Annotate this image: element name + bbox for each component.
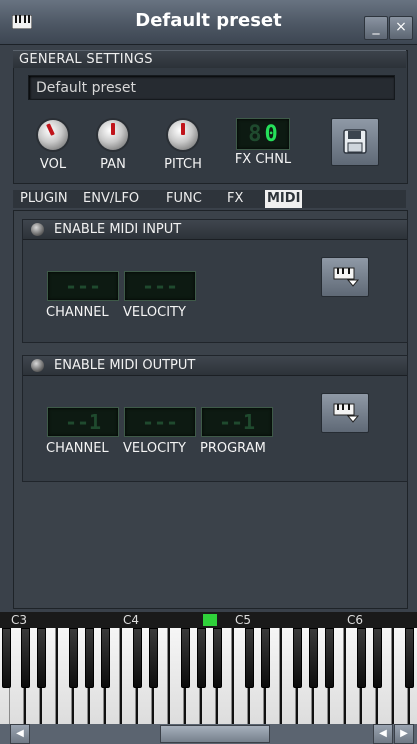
pitch-knob[interactable] [168,120,198,150]
base-note-marker[interactable] [203,614,217,626]
volume-knob[interactable] [38,120,68,150]
tab-midi[interactable]: MIDI [265,190,303,208]
tab-func[interactable]: FUNC [166,190,202,208]
black-key[interactable] [133,628,142,688]
pan-knob[interactable] [98,120,128,150]
black-key[interactable] [357,628,366,688]
midi-output-velocity-digits: --- [141,410,179,434]
volume-label: VOL [39,157,67,172]
octave-label: C4 [123,613,140,627]
tab-env-lfo[interactable]: ENV/LFO [83,190,139,208]
midi-input-keyboard-button[interactable] [321,257,369,297]
tab-fx[interactable]: FX [227,190,243,208]
midi-input-title: ENABLE MIDI INPUT [54,222,182,237]
instrument-window: Default preset _ × GENERAL SETTINGS Defa… [0,0,417,744]
octave-label: C6 [347,613,364,627]
black-key[interactable] [149,628,158,688]
fx-channel-label: FX CHNL [234,152,292,167]
tab-plugin[interactable]: PLUGIN [20,190,68,208]
general-settings-header: GENERAL SETTINGS [13,50,406,68]
scroll-thumb[interactable] [160,725,270,743]
scroll-left-button-2[interactable]: ◀ [373,724,393,744]
midi-output-channel-label: CHANNEL [46,441,109,456]
midi-output-title: ENABLE MIDI OUTPUT [54,358,196,373]
save-preset-button[interactable] [331,118,379,166]
midi-output-channel-display[interactable]: --1 [47,407,119,437]
midi-input-velocity-label: VELOCITY [123,305,186,320]
midi-input-channel-label: CHANNEL [46,305,109,320]
midi-input-led[interactable] [31,223,44,236]
midi-output-led[interactable] [31,359,44,372]
piano-keyboard[interactable]: C3 C4 C5 C6 [0,612,417,724]
black-key[interactable] [309,628,318,688]
black-key[interactable] [245,628,254,688]
black-key[interactable] [293,628,302,688]
black-key[interactable] [37,628,46,688]
floppy-disk-icon [343,129,367,154]
piano-dropdown-icon [333,403,360,423]
octave-label-bar: C3 C4 C5 C6 [0,612,417,628]
black-key[interactable] [85,628,94,688]
fx-channel-value: 0 [264,121,278,147]
midi-input-velocity-digits: --- [141,274,179,298]
midi-output-channel-digits: --1 [64,410,102,434]
black-key[interactable] [373,628,382,688]
title-bar[interactable]: Default preset _ × [0,0,417,45]
fx-channel-digit-off: 8 [248,121,262,147]
scroll-right-button[interactable]: ▶ [394,724,414,744]
black-key[interactable] [21,628,30,688]
pitch-label: PITCH [164,157,202,172]
black-key[interactable] [261,628,270,688]
octave-label: C5 [235,613,252,627]
pan-label: PAN [100,157,126,172]
octave-label: C3 [11,613,28,627]
black-key[interactable] [325,628,334,688]
midi-input-velocity-display[interactable]: --- [124,271,196,301]
black-key[interactable] [101,628,110,688]
black-key[interactable] [181,628,190,688]
midi-output-group: ENABLE MIDI OUTPUT --1 --- --1 CHANNEL V… [22,355,408,482]
tab-bar: PLUGIN ENV/LFO FUNC FX MIDI [13,190,406,208]
black-key[interactable] [197,628,206,688]
fx-channel-display[interactable]: 8 0 [236,118,290,150]
midi-input-group: ENABLE MIDI INPUT --- --- CHANNEL VELOCI… [22,219,408,343]
close-button[interactable]: × [389,16,413,40]
midi-output-header: ENABLE MIDI OUTPUT [23,356,407,376]
midi-output-velocity-display[interactable]: --- [124,407,196,437]
midi-input-channel-digits: --- [64,274,102,298]
midi-output-program-digits: --1 [218,410,256,434]
black-key[interactable] [405,628,414,688]
midi-input-header: ENABLE MIDI INPUT [23,220,407,240]
window-title: Default preset [135,10,282,31]
preset-name-field[interactable]: Default preset [28,75,395,100]
midi-input-channel-display[interactable]: --- [47,271,119,301]
black-key[interactable] [213,628,222,688]
piano-dropdown-icon [333,267,360,287]
black-key[interactable] [2,628,11,688]
minimize-button[interactable]: _ [364,16,388,40]
midi-output-velocity-label: VELOCITY [123,441,186,456]
midi-output-program-display[interactable]: --1 [201,407,273,437]
midi-output-program-label: PROGRAM [200,441,266,456]
keyboard-scrollbar[interactable]: ◀ ◀ ▶ [0,724,417,744]
midi-output-keyboard-button[interactable] [321,393,369,433]
black-key[interactable] [69,628,78,688]
scroll-left-button[interactable]: ◀ [10,724,30,744]
